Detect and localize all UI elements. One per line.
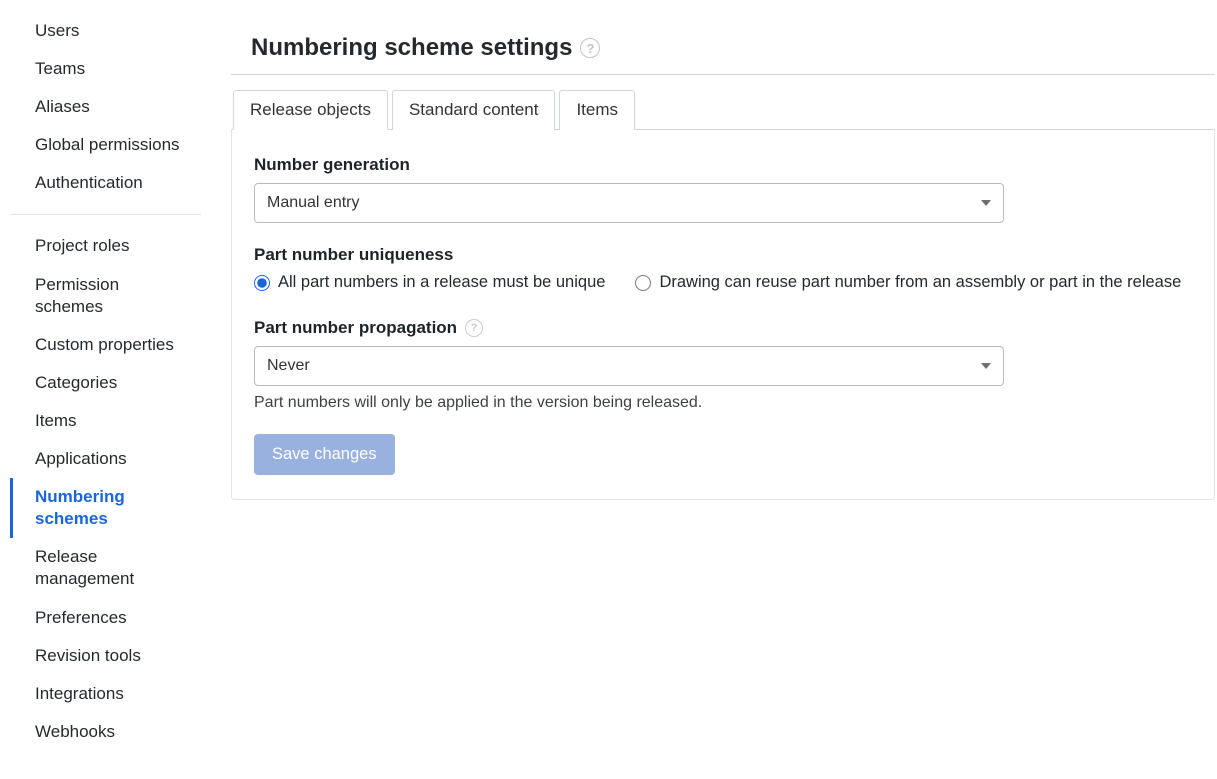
sidebar-item-categories[interactable]: Categories xyxy=(10,364,201,402)
uniqueness-option-unique[interactable]: All part numbers in a release must be un… xyxy=(254,273,605,292)
sidebar: Users Teams Aliases Global permissions A… xyxy=(0,0,215,779)
main-content: Numbering scheme settings ? Release obje… xyxy=(215,0,1217,779)
uniqueness-options: All part numbers in a release must be un… xyxy=(254,273,1192,292)
tab-standard-content[interactable]: Standard content xyxy=(392,90,555,130)
sidebar-item-aliases[interactable]: Aliases xyxy=(10,88,201,126)
uniqueness-option-reuse[interactable]: Drawing can reuse part number from an as… xyxy=(635,273,1181,292)
propagation-value: Never xyxy=(267,357,310,375)
uniqueness-option-reuse-label: Drawing can reuse part number from an as… xyxy=(659,273,1181,292)
uniqueness-radio-unique[interactable] xyxy=(254,275,270,291)
number-generation-select[interactable]: Manual entry xyxy=(254,183,1004,223)
sidebar-item-numbering-schemes[interactable]: Numbering schemes xyxy=(10,478,201,538)
sidebar-item-global-permissions[interactable]: Global permissions xyxy=(10,126,201,164)
propagation-select[interactable]: Never xyxy=(254,346,1004,386)
sidebar-item-webhooks[interactable]: Webhooks xyxy=(10,713,201,751)
save-button[interactable]: Save changes xyxy=(254,434,395,475)
sidebar-item-project-roles[interactable]: Project roles xyxy=(10,227,201,265)
sidebar-item-applications[interactable]: Applications xyxy=(10,440,201,478)
sidebar-item-integrations[interactable]: Integrations xyxy=(10,675,201,713)
chevron-down-icon xyxy=(981,363,991,369)
uniqueness-option-unique-label: All part numbers in a release must be un… xyxy=(278,273,605,292)
help-icon[interactable]: ? xyxy=(465,319,483,337)
sidebar-item-permission-schemes[interactable]: Permission schemes xyxy=(10,266,201,326)
propagation-label-row: Part number propagation ? xyxy=(254,318,1192,338)
number-generation-value: Manual entry xyxy=(267,194,360,212)
sidebar-item-custom-properties[interactable]: Custom properties xyxy=(10,326,201,364)
sidebar-group-account: Users Teams Aliases Global permissions A… xyxy=(10,8,201,215)
settings-panel: Number generation Manual entry Part numb… xyxy=(231,129,1215,500)
chevron-down-icon xyxy=(981,200,991,206)
sidebar-item-revision-tools[interactable]: Revision tools xyxy=(10,637,201,675)
sidebar-group-settings: Project roles Permission schemes Custom … xyxy=(10,223,201,762)
tab-release-objects[interactable]: Release objects xyxy=(233,90,388,130)
uniqueness-radio-reuse[interactable] xyxy=(635,275,651,291)
sidebar-item-users[interactable]: Users xyxy=(10,12,201,50)
help-icon[interactable]: ? xyxy=(580,38,600,58)
page-title: Numbering scheme settings xyxy=(251,34,572,62)
sidebar-item-preferences[interactable]: Preferences xyxy=(10,599,201,637)
sidebar-item-teams[interactable]: Teams xyxy=(10,50,201,88)
number-generation-label: Number generation xyxy=(254,155,1192,175)
tabs: Release objects Standard content Items xyxy=(231,89,1215,130)
sidebar-item-items[interactable]: Items xyxy=(10,402,201,440)
sidebar-item-authentication[interactable]: Authentication xyxy=(10,164,201,202)
uniqueness-label: Part number uniqueness xyxy=(254,245,1192,265)
propagation-hint: Part numbers will only be applied in the… xyxy=(254,394,1192,412)
page-title-row: Numbering scheme settings ? xyxy=(231,4,1215,75)
sidebar-item-release-management[interactable]: Release management xyxy=(10,538,201,598)
tab-items[interactable]: Items xyxy=(559,90,635,130)
propagation-label: Part number propagation xyxy=(254,318,457,338)
